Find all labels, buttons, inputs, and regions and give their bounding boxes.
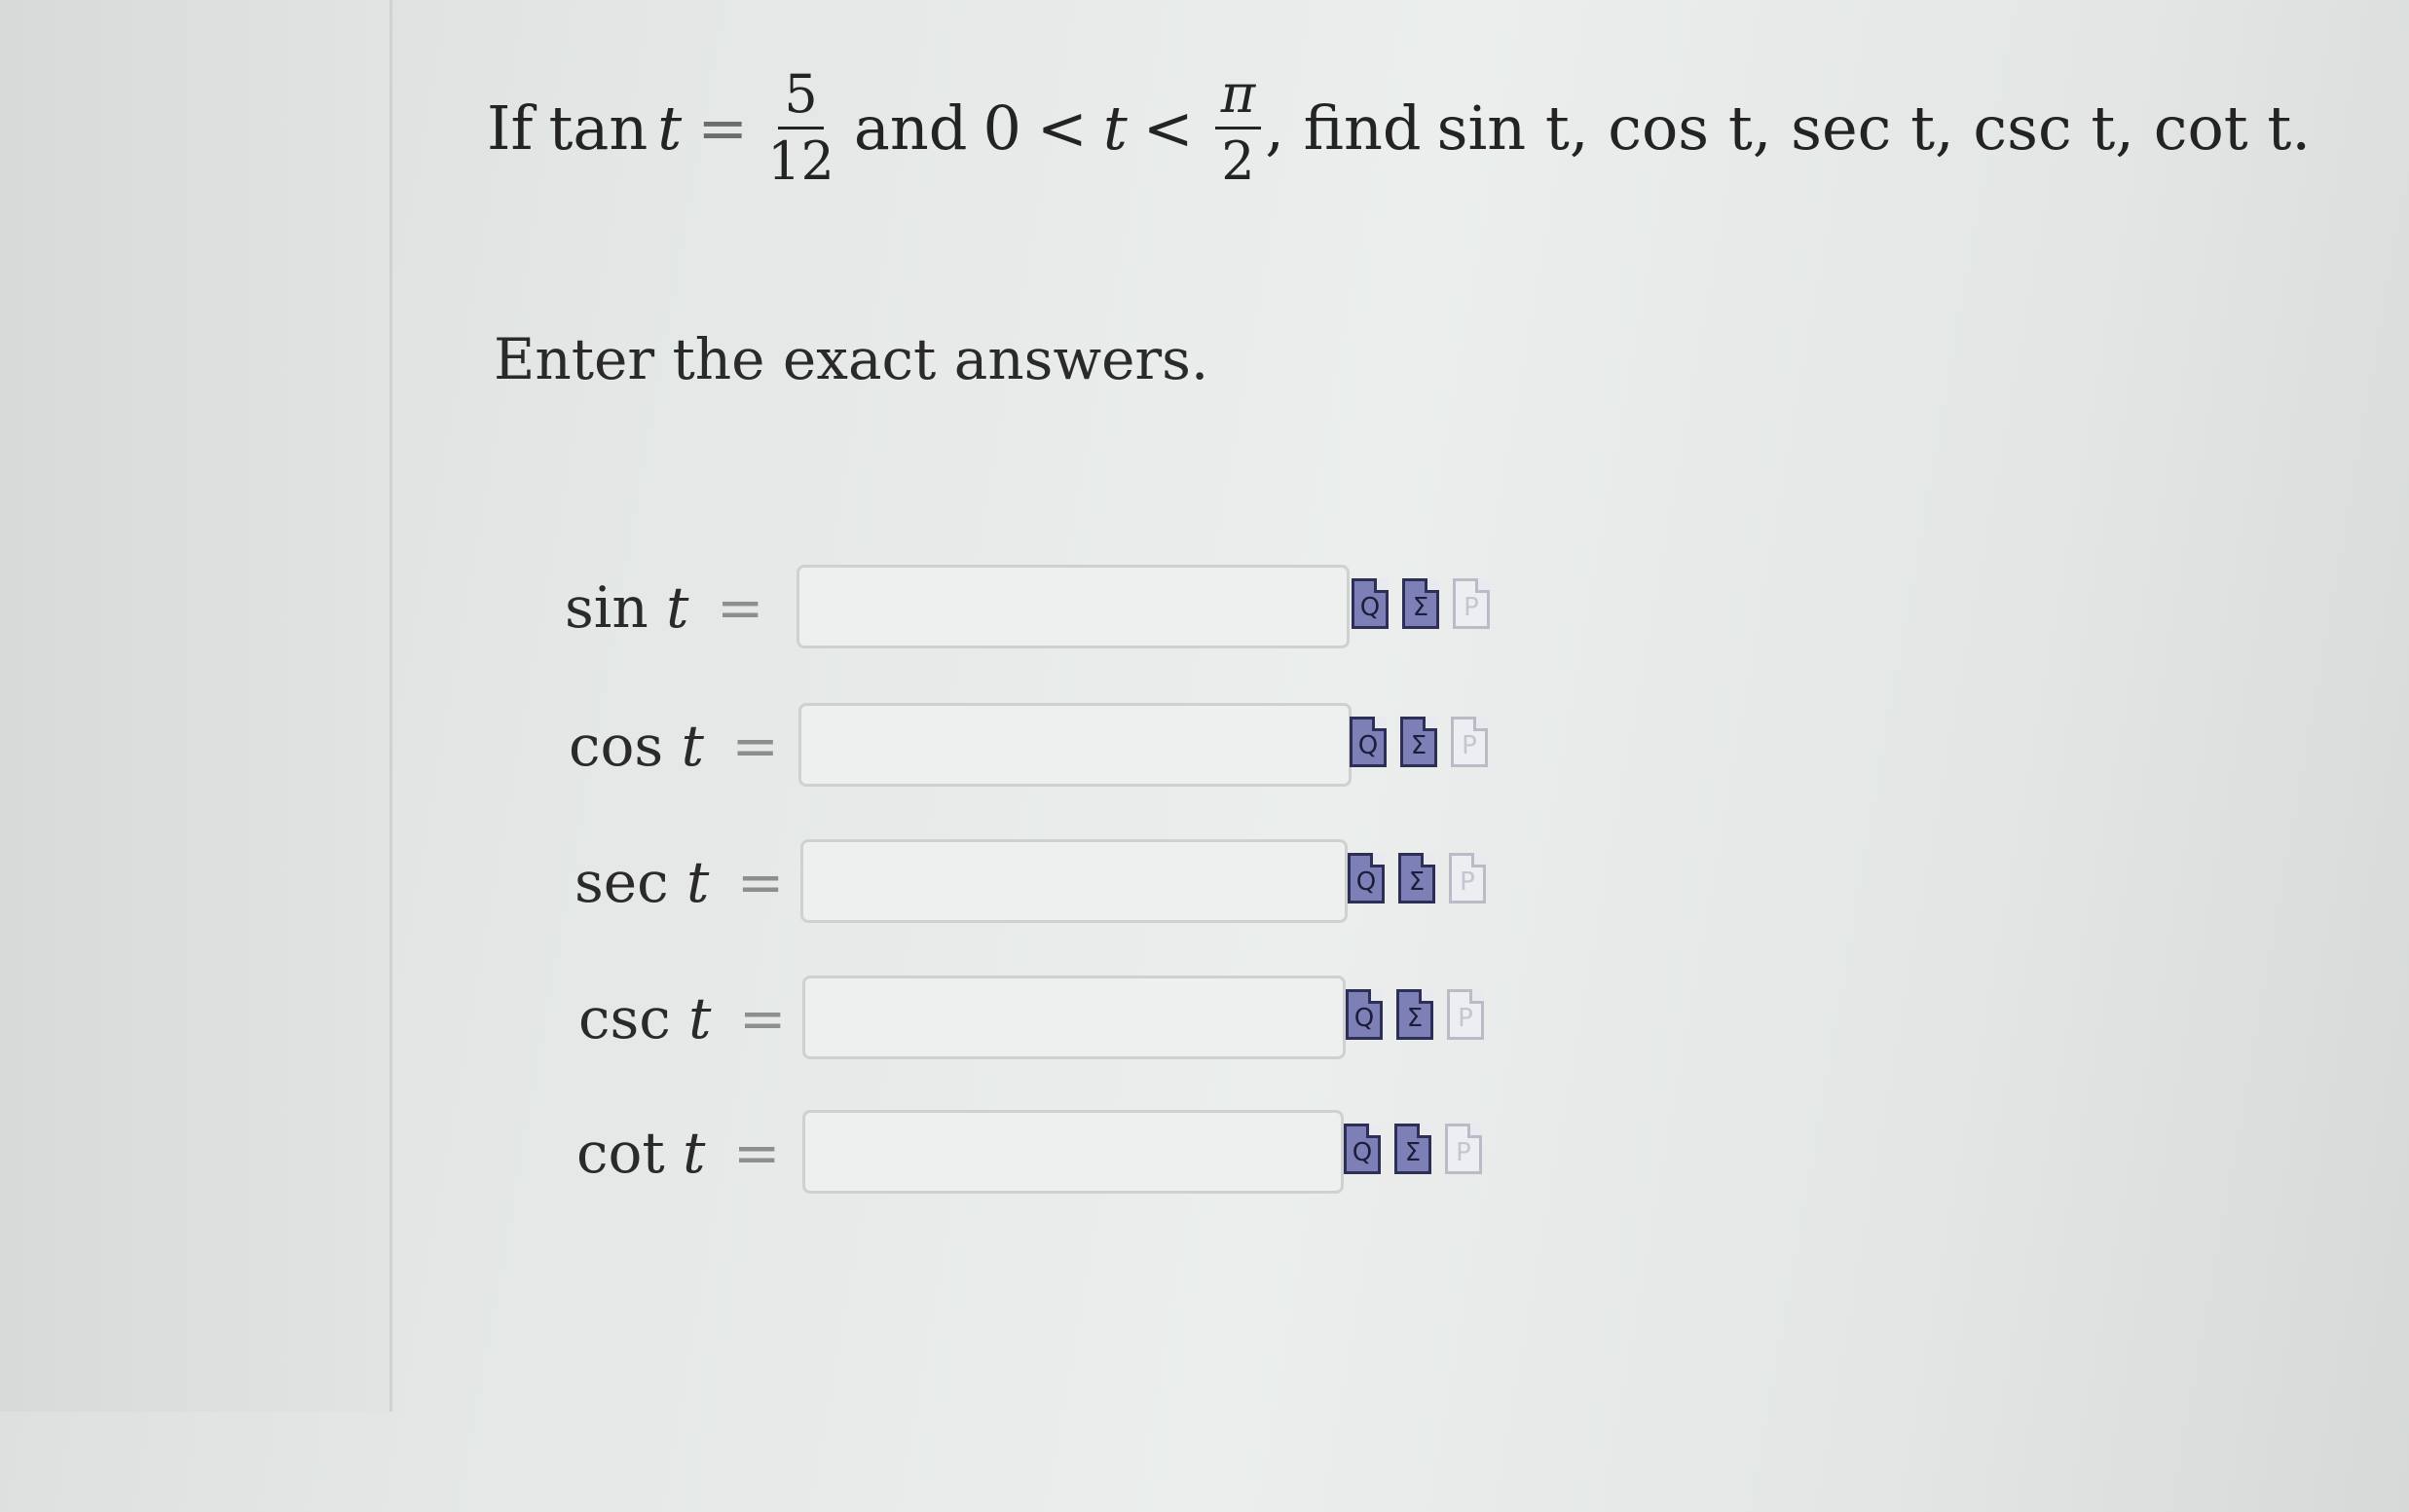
- answer-tools: Q Σ P: [1350, 717, 1488, 767]
- equation-editor-icon[interactable]: Σ: [1400, 717, 1437, 767]
- sin-answer-input[interactable]: [797, 565, 1350, 648]
- answer-label-csc: csc t =: [578, 985, 787, 1051]
- answer-label-sin: sin t =: [565, 574, 763, 641]
- function-name: cos: [569, 713, 664, 779]
- less-than-2: <: [1142, 92, 1194, 164]
- fraction-pi-over-2: π 2: [1214, 68, 1262, 192]
- question-prefix: If: [487, 92, 534, 164]
- variable-t: t: [666, 574, 689, 641]
- variable-t: t: [686, 849, 710, 915]
- lower-bound: 0: [982, 92, 1021, 164]
- sec-answer-input[interactable]: [800, 839, 1348, 923]
- help-icon: P: [1451, 717, 1488, 767]
- answer-label-sec: sec t =: [574, 849, 784, 915]
- answer-tools: Q Σ P: [1348, 853, 1486, 904]
- answer-label-cos: cos t =: [569, 713, 779, 779]
- equals-sign: =: [736, 849, 785, 915]
- variable-t-bound: t: [1102, 92, 1128, 164]
- answer-row-cos: cos t = Q Σ P: [389, 703, 1558, 791]
- help-icon: P: [1445, 1124, 1482, 1174]
- fraction-numerator: 5: [778, 68, 824, 129]
- equals-sign: =: [738, 985, 787, 1051]
- equation-editor-icon[interactable]: Σ: [1398, 853, 1435, 904]
- equation-editor-icon[interactable]: Σ: [1396, 989, 1433, 1040]
- function-name: sec: [574, 849, 669, 915]
- answer-tools: Q Σ P: [1344, 1124, 1482, 1174]
- answer-row-sec: sec t = Q Σ P: [389, 839, 1558, 927]
- fraction-denominator: 12: [767, 130, 834, 192]
- function-name: csc: [578, 985, 671, 1051]
- target-functions: sin t, cos t, sec t, csc t, cot t.: [1436, 92, 2312, 164]
- instructions-text: Enter the exact answers.: [494, 326, 1209, 392]
- variable-t: t: [681, 713, 704, 779]
- preview-icon[interactable]: Q: [1352, 578, 1389, 629]
- answer-label-cot: cot t =: [576, 1120, 781, 1186]
- preview-icon[interactable]: Q: [1350, 717, 1387, 767]
- help-icon: P: [1453, 578, 1490, 629]
- preview-icon[interactable]: Q: [1348, 853, 1385, 904]
- answer-row-sin: sin t = Q Σ P: [389, 565, 1558, 652]
- less-than-1: <: [1036, 92, 1088, 164]
- and-text: and: [853, 92, 968, 164]
- question-panel: If tan t = 5 12 and 0 < t < π 2 , find s…: [389, 0, 2409, 1512]
- equals-sign: =: [731, 713, 779, 779]
- fraction-tan-value: 5 12: [761, 68, 840, 188]
- answer-row-cot: cot t = Q Σ P: [389, 1110, 1558, 1198]
- function-name: cot: [576, 1120, 665, 1186]
- help-icon: P: [1449, 853, 1486, 904]
- equals-sign: =: [697, 92, 749, 164]
- help-icon: P: [1447, 989, 1484, 1040]
- find-text: , find: [1265, 92, 1422, 164]
- variable-t: t: [683, 1120, 706, 1186]
- answer-tools: Q Σ P: [1346, 989, 1484, 1040]
- answer-tools: Q Σ P: [1352, 578, 1490, 629]
- preview-icon[interactable]: Q: [1346, 989, 1383, 1040]
- equals-sign: =: [716, 574, 764, 641]
- equation-editor-icon[interactable]: Σ: [1402, 578, 1439, 629]
- function-name: sin: [565, 574, 649, 641]
- tan-function: tan: [548, 92, 649, 164]
- equals-sign: =: [732, 1120, 781, 1186]
- cos-answer-input[interactable]: [798, 703, 1352, 787]
- csc-answer-input[interactable]: [802, 976, 1346, 1059]
- cot-answer-input[interactable]: [802, 1110, 1344, 1194]
- answer-row-csc: csc t = Q Σ P: [389, 976, 1558, 1063]
- equation-editor-icon[interactable]: Σ: [1394, 1124, 1431, 1174]
- pi-denominator: 2: [1221, 130, 1255, 192]
- question-text: If tan t = 5 12 and 0 < t < π 2 , find s…: [487, 68, 2311, 188]
- preview-icon[interactable]: Q: [1344, 1124, 1381, 1174]
- left-margin-strip: [0, 0, 392, 1412]
- variable-t: t: [657, 92, 683, 164]
- pi-numerator: π: [1214, 68, 1262, 129]
- variable-t: t: [688, 985, 712, 1051]
